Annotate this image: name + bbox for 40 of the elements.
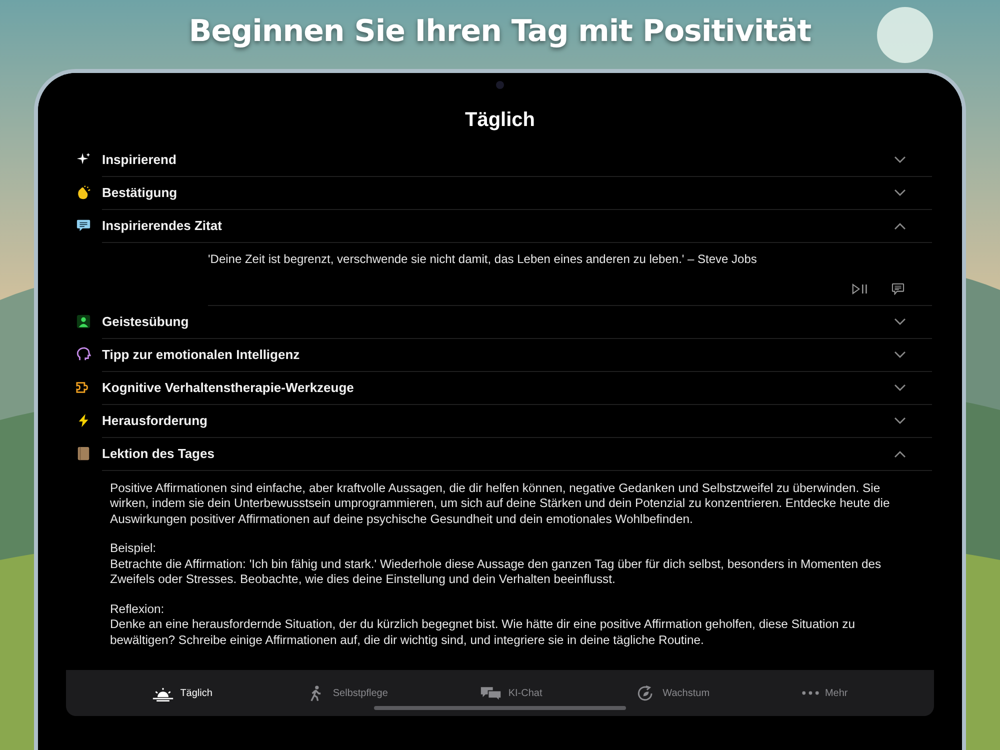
section-title: Geistesübung: [102, 314, 190, 330]
play-pause-icon[interactable]: [852, 282, 868, 295]
section-title: Tipp zur emotionalen Intelligenz: [102, 347, 301, 362]
book-icon: [76, 446, 91, 462]
tab-item[interactable]: KI-Chat: [480, 684, 542, 702]
section-title: Lektion des Tages: [102, 446, 216, 462]
section-title: Herausforderung: [102, 413, 208, 428]
head-icon: [76, 347, 91, 362]
section-title: Kognitive Verhaltenstherapie-Werkzeuge: [102, 380, 355, 396]
chat-bubble-icon: [76, 218, 91, 234]
lesson-paragraph: Denke an eine herausfordernde Situation, der du kürzlich begegnet bist. Wie hätte dir eine positive Affirmation geholfen, diese Situation zu bewältigen? Schreibe einige Affirmationen auf, die dir wichtig sind, und integriere sie in deine tägliche Routine.: [110, 617, 856, 648]
chat-bubble-icon[interactable]: [890, 282, 906, 295]
section-header[interactable]: Geistesübung: [102, 306, 932, 339]
section-title: Inspirierendes Zitat: [102, 218, 223, 234]
paragraph-heading: Beispiel:: [110, 541, 158, 557]
tab-item[interactable]: Selbstpflege: [304, 684, 388, 702]
section-header[interactable]: Kognitive Verhaltenstherapie-Werkzeuge: [102, 372, 932, 405]
person-icon: [76, 314, 91, 330]
tab-item[interactable]: Mehr: [802, 688, 848, 698]
quote-text: 'Deine Zeit ist begrenzt, verschwende sie nicht damit, das Leben eines anderen zu leben.' – Steve Jobs: [208, 250, 758, 267]
section-header[interactable]: Inspirierend: [102, 144, 932, 177]
lesson-paragraph: Positive Affirmationen sind einfache, aber kraftvolle Aussagen, die dir helfen können, negative Gedanken und Selbstzweifel zu überwinden. Sie wirken, indem sie dein Unterbewusstsein umprogrammieren, um sich auf deine Stärken und dein Potenzial zu konzentrieren. Entdecke heute die Auswirkungen positiver Affirmationen auf deine psychische Gesundheit und dein emotionales Wohlbefinden.: [110, 480, 891, 528]
section-header[interactable]: Lektion des Tages: [102, 438, 932, 471]
tab-item[interactable]: Täglich: [152, 684, 212, 702]
chat-bubbles-icon: [480, 684, 502, 702]
section-title: Bestätigung: [102, 185, 178, 200]
section-title: Inspirierend: [102, 152, 178, 168]
lightning-icon: [76, 413, 91, 428]
puzzle-icon: [76, 380, 91, 396]
tab-item[interactable]: Wachstum: [634, 684, 710, 702]
section-header[interactable]: Tipp zur emotionalen Intelligenz: [102, 338, 932, 372]
section-header[interactable]: Bestätigung: [102, 176, 932, 210]
more-icon: [802, 691, 819, 695]
camera-icon: [496, 80, 504, 89]
section-header[interactable]: Herausforderung: [102, 404, 932, 438]
paragraph-heading: Reflexion:: [110, 602, 166, 618]
lesson-paragraph: Betrachte die Affirmation: 'Ich bin fähig und stark.' Wiederhole diese Aussage den ganzen Tag über für dich selbst, besonders in Momenten des Zweifels oder Stresses. Beobachte, wie dies deine Einstellung und dein Verhalten beeinflusst.: [110, 556, 882, 588]
section-header[interactable]: Inspirierendes Zitat: [102, 210, 932, 243]
screen-title: Täglich: [464, 108, 536, 132]
headline: Beginnen Sie Ihren Tag mit Positivität: [188, 14, 812, 51]
